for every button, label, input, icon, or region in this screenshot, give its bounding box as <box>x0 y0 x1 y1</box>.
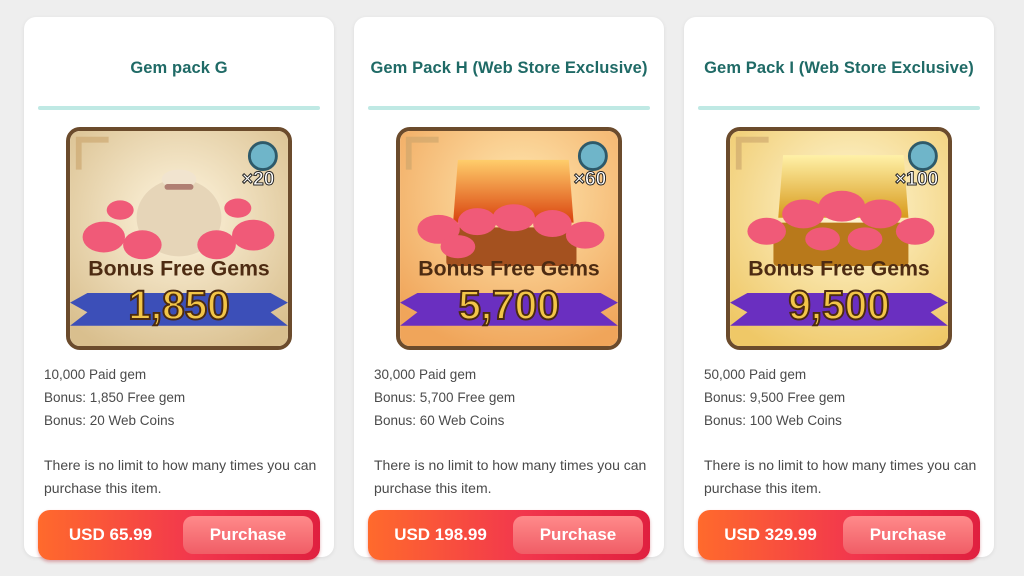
bonus-gem-line: Bonus: 9,500 Free gem <box>704 390 846 405</box>
multiplier-label: ×60 <box>574 169 607 190</box>
banner-text: Bonus Free Gems <box>748 258 929 281</box>
buy-bar: USD 65.99 Purchase <box>38 510 320 560</box>
pack-card-h: Gem Pack H (Web Store Exclusive) ×60 Bon… <box>354 17 664 560</box>
pack-image: ×60 Bonus Free Gems 5,700 <box>396 127 622 350</box>
price-label: USD 65.99 <box>68 525 153 544</box>
banner-text: Bonus Free Gems <box>88 258 269 281</box>
purchase-limit-note: There is no limit to how many times you … <box>704 457 977 496</box>
pack-image: ×100 Bonus Free Gems 9,500 <box>726 127 952 350</box>
title-divider <box>368 106 650 110</box>
pack-title: Gem pack G <box>130 59 228 77</box>
pack-details: 10,000 Paid gem Bonus: 1,850 Free gem Bo… <box>44 363 324 432</box>
price-label: USD 329.99 <box>724 525 817 544</box>
title-divider <box>698 106 980 110</box>
purchase-limit-note: There is no limit to how many times you … <box>44 457 317 496</box>
purchase-button[interactable]: Purchase <box>513 516 643 554</box>
bonus-gem-line: Bonus: 5,700 Free gem <box>374 390 516 405</box>
banner-amount: 9,500 <box>788 282 889 328</box>
purchase-limit-note: There is no limit to how many times you … <box>374 457 647 496</box>
banner-text: Bonus Free Gems <box>418 258 599 281</box>
purchase-button[interactable]: Purchase <box>183 516 313 554</box>
banner-amount: 5,700 <box>458 282 559 328</box>
banner-amount: 1,850 <box>128 282 229 328</box>
bonus-coins-line: Bonus: 60 Web Coins <box>374 413 505 428</box>
pack-details: 30,000 Paid gem Bonus: 5,700 Free gem Bo… <box>374 363 654 432</box>
purchase-button[interactable]: Purchase <box>843 516 973 554</box>
pack-card-i: Gem Pack I (Web Store Exclusive) ×100 Bo… <box>684 17 994 560</box>
pack-card-g: Gem pack G ×20 Bonus Free Gems 1,850 10,… <box>24 17 334 560</box>
multiplier-label: ×20 <box>242 169 275 190</box>
buy-bar: USD 329.99 Purchase <box>698 510 980 560</box>
buy-bar: USD 198.99 Purchase <box>368 510 650 560</box>
paid-gem-line: 50,000 Paid gem <box>704 367 807 382</box>
pack-details: 50,000 Paid gem Bonus: 9,500 Free gem Bo… <box>704 363 984 432</box>
paid-gem-line: 10,000 Paid gem <box>44 367 147 382</box>
bonus-coins-line: Bonus: 20 Web Coins <box>44 413 175 428</box>
pack-title: Gem Pack I (Web Store Exclusive) <box>704 59 974 77</box>
bonus-gem-line: Bonus: 1,850 Free gem <box>44 390 186 405</box>
bonus-coins-line: Bonus: 100 Web Coins <box>704 413 842 428</box>
price-label: USD 198.99 <box>394 525 487 544</box>
pack-image: ×20 Bonus Free Gems 1,850 <box>66 127 292 350</box>
pack-title: Gem Pack H (Web Store Exclusive) <box>370 59 648 77</box>
multiplier-label: ×100 <box>895 169 938 190</box>
paid-gem-line: 30,000 Paid gem <box>374 367 477 382</box>
title-divider <box>38 106 320 110</box>
